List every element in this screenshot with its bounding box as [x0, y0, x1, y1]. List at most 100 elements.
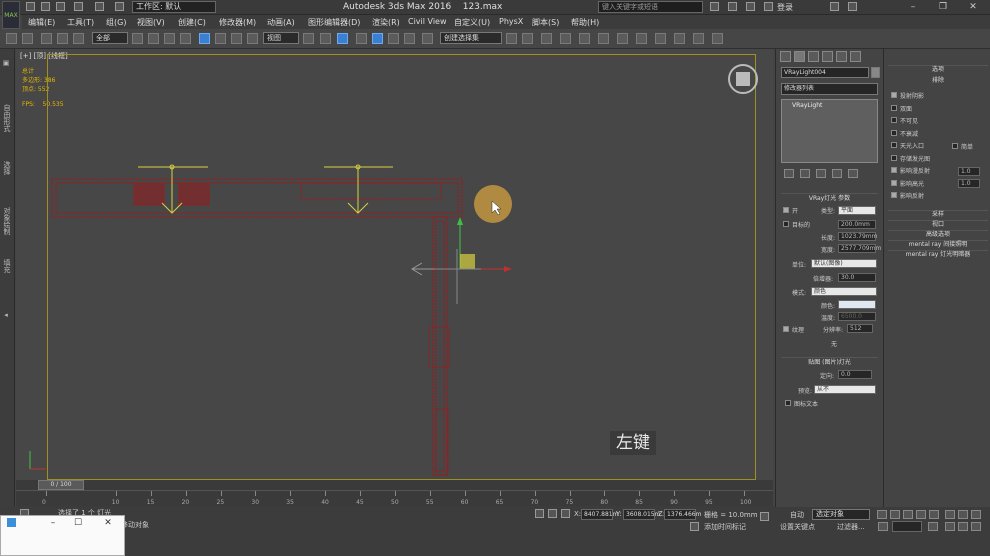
time-slider-track[interactable]: 0 / 100	[16, 480, 773, 490]
modifier-list-dropdown[interactable]: 修改器列表	[781, 83, 878, 95]
app-logo-icon[interactable]: MAX	[2, 1, 20, 29]
minimize-icon[interactable]: –	[46, 517, 60, 529]
window-crossing-icon[interactable]	[180, 33, 191, 44]
vray-params-rollout[interactable]: VRay灯光 参数	[781, 193, 878, 202]
pivot-center-icon[interactable]	[303, 33, 314, 44]
pan-icon[interactable]	[958, 522, 968, 531]
menu-customize[interactable]: 自定义(U)	[454, 17, 490, 28]
menu-physx[interactable]: PhysX	[499, 17, 523, 26]
multiplier-field[interactable]: 30.0	[838, 273, 876, 282]
tab-object-paint[interactable]: 对象绘制	[2, 207, 12, 235]
x-coordinate[interactable]: 8407.881m	[581, 509, 618, 520]
project-folder-icon[interactable]	[115, 2, 124, 11]
on-checkbox[interactable]	[783, 207, 789, 213]
stack-item-vraylight[interactable]: VRayLight	[792, 102, 822, 109]
subscription-icon[interactable]	[728, 2, 737, 11]
mr-indirect-rollout[interactable]: mental ray 间接照明	[888, 240, 988, 248]
link-icon[interactable]	[41, 33, 52, 44]
direction-field[interactable]: 0.0	[838, 370, 872, 379]
pin-stack-icon[interactable]	[784, 169, 794, 178]
scale-icon[interactable]	[231, 33, 242, 44]
time-slider[interactable]: 0 / 100	[38, 480, 84, 490]
fov-icon[interactable]	[945, 522, 955, 531]
viewcube-icon[interactable]	[728, 64, 758, 94]
make-unique-icon[interactable]	[816, 169, 826, 178]
exchange-icon[interactable]	[830, 2, 839, 11]
modifier-stack[interactable]: VRayLight	[781, 99, 878, 163]
select-object-icon[interactable]	[132, 33, 143, 44]
motion-tab-icon[interactable]	[822, 51, 833, 62]
double-sided-checkbox[interactable]	[891, 104, 897, 111]
affect-reflections-checkbox[interactable]	[891, 192, 897, 198]
hierarchy-tab-icon[interactable]	[808, 51, 819, 62]
viewport-top[interactable]: [+] [顶] [线框] 总计 多边形: 386 顶点: 552 FPS: 50…	[16, 49, 773, 492]
prev-frame-icon[interactable]	[890, 510, 900, 519]
exclude-button[interactable]: 排除	[888, 77, 988, 85]
search-input[interactable]: 键入关键字或短语	[598, 1, 703, 13]
viewport-rollout[interactable]: 视口	[888, 220, 988, 228]
utilities-tab-icon[interactable]	[850, 51, 861, 62]
close-icon[interactable]: ✕	[966, 1, 980, 13]
mr-light-shader-rollout[interactable]: mental ray 灯光明暗器	[888, 250, 988, 258]
ribbon-collapse-icon[interactable]: ▣	[2, 59, 10, 67]
goto-start-icon[interactable]	[877, 510, 887, 519]
texture-checkbox[interactable]	[783, 326, 789, 332]
texture-none-button[interactable]: 无	[831, 339, 837, 348]
y-coordinate[interactable]: 3608.015m	[623, 509, 660, 520]
rotate-icon[interactable]	[215, 33, 226, 44]
named-selection-dropdown[interactable]: 创建选择集	[440, 32, 502, 44]
units-dropdown[interactable]: 默认(图像)	[811, 259, 877, 268]
temperature-field[interactable]: 6500.0	[838, 312, 876, 321]
no-decay-checkbox[interactable]	[891, 129, 897, 136]
ribbon-expand-icon[interactable]: ◂	[2, 311, 10, 319]
targeted-checkbox[interactable]	[783, 221, 789, 227]
menu-tools[interactable]: 工具(T)	[67, 17, 94, 28]
tab-selection[interactable]: 选择	[2, 161, 12, 175]
rect-selection-icon[interactable]	[164, 33, 175, 44]
menu-views[interactable]: 视图(V)	[137, 17, 165, 28]
zoom-extents-icon[interactable]	[971, 510, 981, 519]
orbit-icon[interactable]	[971, 522, 981, 531]
simple-checkbox[interactable]	[952, 143, 958, 149]
move-icon[interactable]	[199, 33, 210, 44]
sampling-rollout[interactable]: 采样	[888, 210, 988, 218]
length-field[interactable]: 1023.79mm	[838, 232, 878, 241]
material-editor-icon[interactable]	[617, 33, 628, 44]
menu-rendering[interactable]: 渲染(R)	[372, 17, 400, 28]
auto-key-button[interactable]: 自动	[790, 510, 804, 520]
menu-graph-editors[interactable]: 图形编辑器(D)	[308, 17, 360, 28]
render-iterative-icon[interactable]	[693, 33, 704, 44]
mirror-icon[interactable]	[506, 33, 517, 44]
advanced-rollout[interactable]: 高级选项	[888, 230, 988, 238]
redo-icon[interactable]	[22, 33, 33, 44]
graphite-toggle-icon[interactable]	[560, 33, 571, 44]
cast-shadows-checkbox[interactable]	[891, 92, 897, 98]
preview-dropdown[interactable]: 从不	[814, 385, 876, 394]
mode-dropdown[interactable]: 颜色	[811, 287, 877, 296]
percent-snap-icon[interactable]	[388, 33, 399, 44]
edit-named-sel-icon[interactable]	[422, 33, 433, 44]
render-setup-icon[interactable]	[636, 33, 647, 44]
key-filters-button[interactable]: 过滤器...	[837, 522, 865, 532]
menu-create[interactable]: 创建(C)	[178, 17, 206, 28]
play-icon[interactable]	[903, 510, 913, 519]
workspace-dropdown[interactable]: 工作区: 默认	[132, 1, 216, 13]
display-tab-icon[interactable]	[836, 51, 847, 62]
bind-space-warp-icon[interactable]	[73, 33, 84, 44]
a360-render-icon[interactable]	[712, 33, 723, 44]
show-end-result-icon[interactable]	[800, 169, 810, 178]
wall-wireframe[interactable]	[51, 178, 463, 476]
photometric-rollout[interactable]: 贴图 (图片)灯光	[781, 357, 878, 366]
redo-icon[interactable]	[95, 2, 104, 11]
isolate-selection-icon[interactable]	[535, 509, 544, 518]
icon-text-checkbox[interactable]	[785, 400, 791, 406]
skylight-portal-checkbox[interactable]	[891, 142, 897, 148]
menu-group[interactable]: 组(G)	[106, 17, 126, 28]
invisible-checkbox[interactable]	[891, 117, 897, 123]
affect-diffuse-checkbox[interactable]	[891, 167, 897, 173]
z-coordinate[interactable]: 1376.466m	[664, 509, 701, 520]
new-file-icon[interactable]	[26, 2, 35, 11]
modify-tab-icon[interactable]	[794, 51, 805, 62]
maximize-icon[interactable]: ❐	[936, 1, 950, 13]
selection-filter-dropdown[interactable]: 全部	[92, 32, 128, 44]
